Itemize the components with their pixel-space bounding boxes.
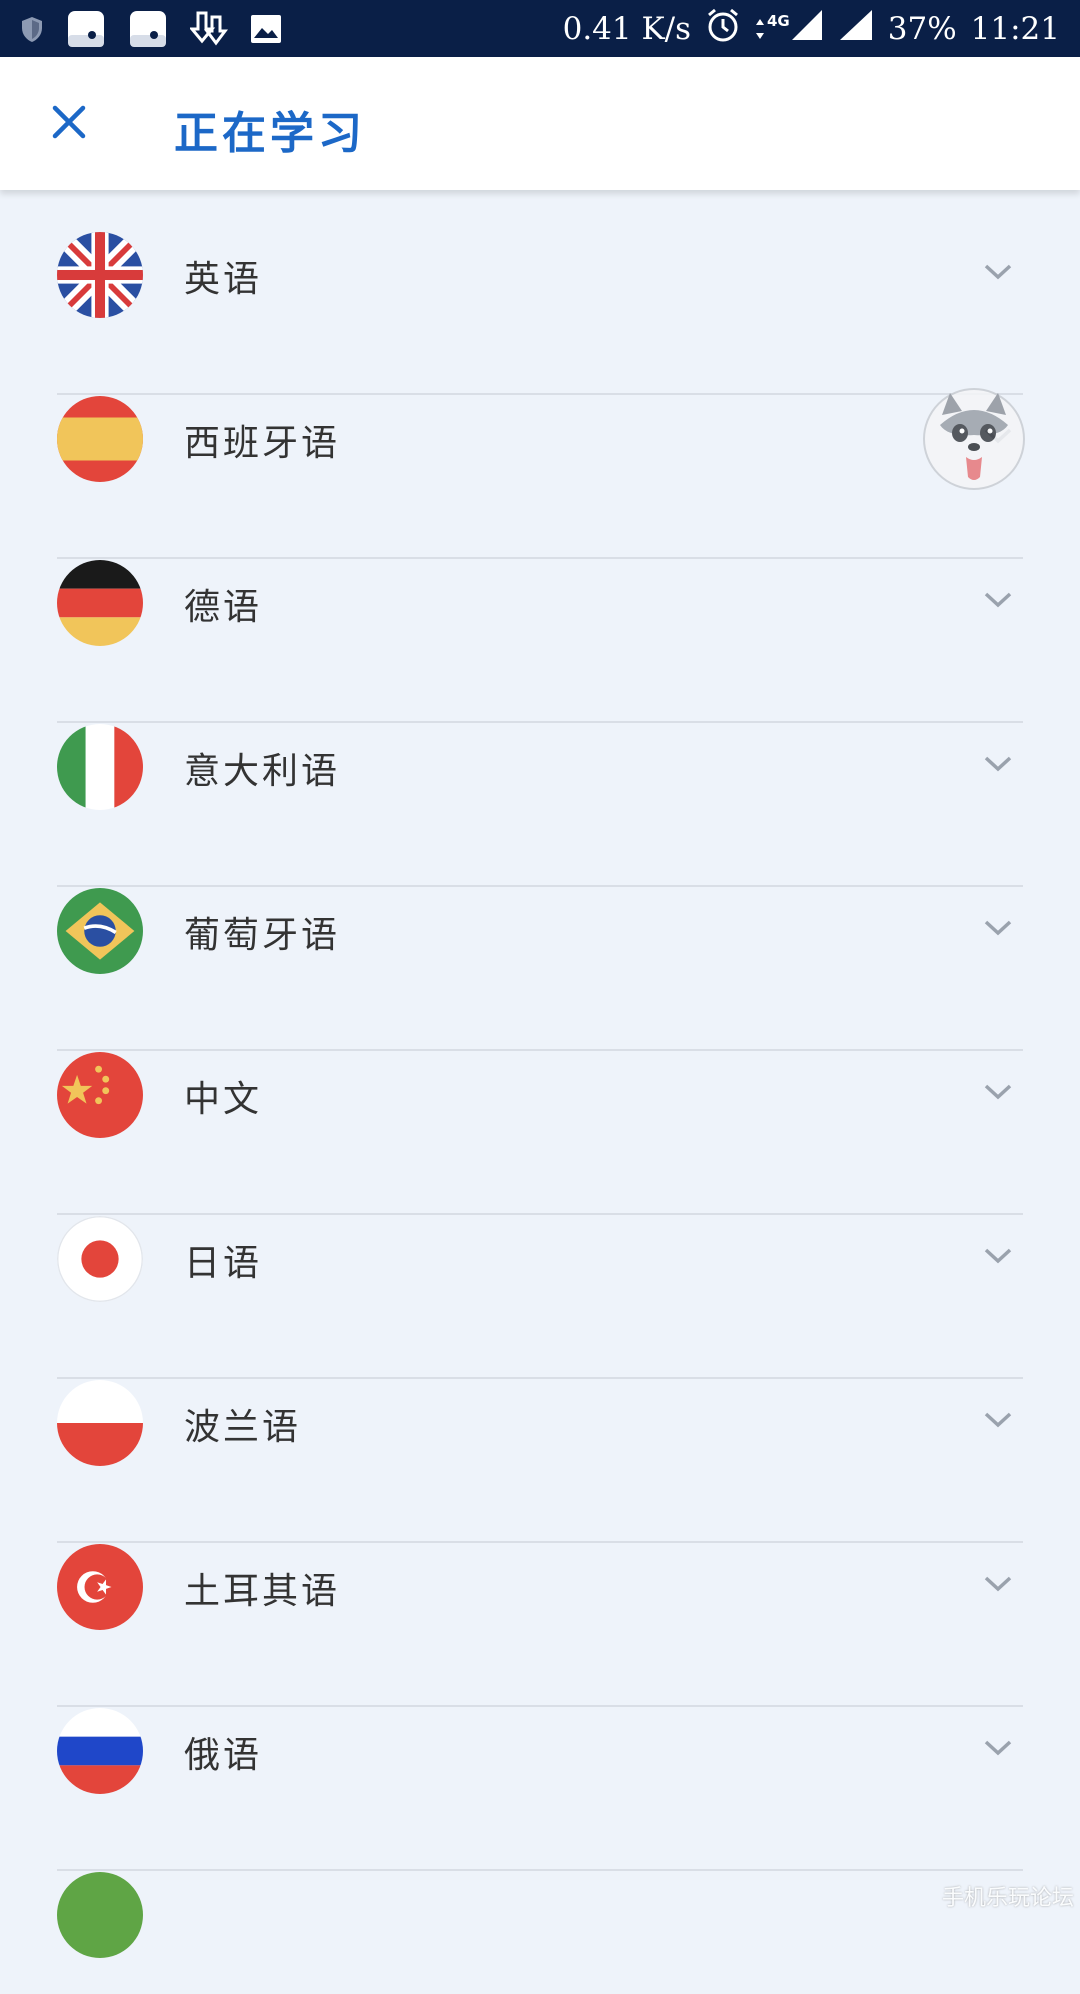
signal-icon (838, 8, 874, 50)
watermark: 手机乐玩论坛 (941, 1886, 1074, 1911)
japan-flag-icon (57, 1216, 143, 1302)
clock: 11:21 (970, 10, 1060, 47)
spain-flag-icon (57, 396, 143, 482)
language-item-chinese[interactable]: 中文 (0, 1010, 1080, 1215)
battery-level: 37% (887, 10, 957, 47)
signal-icon (790, 8, 824, 50)
poland-flag-icon (57, 1380, 143, 1466)
network-speed: 0.41 K/s (562, 10, 691, 47)
language-label: 意大利语 (184, 751, 341, 792)
language-item-japanese[interactable]: 日语 (0, 1174, 1080, 1379)
germany-flag-icon (57, 560, 143, 646)
chevron-down-icon (984, 264, 1012, 280)
language-label: 波兰语 (184, 1407, 302, 1448)
chevron-down-icon (984, 1248, 1012, 1264)
status-bar: 0.41 K/s 4G 37% 11:21 (0, 0, 1080, 57)
turkey-flag-icon (57, 1544, 143, 1630)
notification-app-icon (128, 9, 168, 49)
russia-flag-icon (57, 1708, 143, 1794)
language-item-portuguese[interactable]: 葡萄牙语 (0, 846, 1080, 1051)
language-label: 中文 (184, 1079, 263, 1120)
alarm-icon (705, 7, 741, 51)
notification-app-icon (66, 9, 106, 49)
page-title: 正在学习 (174, 108, 366, 159)
language-item-polish[interactable]: 波兰语 (0, 1338, 1080, 1543)
chevron-down-icon (984, 756, 1012, 772)
language-label: 土耳其语 (184, 1571, 341, 1612)
chevron-down-icon (984, 1412, 1012, 1428)
chevron-down-icon (984, 1576, 1012, 1592)
download-icon (190, 11, 228, 47)
chevron-down-icon (984, 920, 1012, 936)
united-kingdom-flag-icon (57, 232, 143, 318)
close-button[interactable] (44, 97, 94, 147)
close-icon (52, 105, 86, 139)
brazil-flag-icon (57, 888, 143, 974)
language-item-russian[interactable]: 俄语 (0, 1666, 1080, 1871)
language-item-english[interactable]: 英语 (0, 190, 1080, 395)
language-label: 日语 (184, 1243, 263, 1284)
language-item-turkish[interactable]: 土耳其语 (0, 1502, 1080, 1707)
language-item-spanish[interactable]: 西班牙语 (0, 354, 1080, 559)
data-arrows-icon: 4G (755, 12, 790, 41)
shield-icon (20, 15, 44, 43)
app-bar: 正在学习 (0, 57, 1080, 190)
chevron-down-icon (984, 1740, 1012, 1756)
language-list: 英语 西班牙语 德语 意大利语 葡萄牙语 中文 日语 波兰语 土耳其语 俄语 (0, 190, 1080, 1994)
language-label: 俄语 (184, 1735, 263, 1776)
italy-flag-icon (57, 724, 143, 810)
green-flag-icon (57, 1872, 143, 1958)
language-item-german[interactable]: 德语 (0, 518, 1080, 723)
language-label: 葡萄牙语 (184, 915, 341, 956)
chevron-down-icon (984, 592, 1012, 608)
network-type: 4G (767, 11, 790, 30)
image-icon (250, 14, 282, 44)
husky-mascot-icon[interactable] (920, 385, 1028, 493)
language-item-partial[interactable] (0, 1830, 1080, 1994)
language-item-italian[interactable]: 意大利语 (0, 682, 1080, 887)
language-label: 西班牙语 (184, 423, 341, 464)
china-flag-icon (57, 1052, 143, 1138)
language-label: 德语 (184, 587, 263, 628)
chevron-down-icon (984, 1084, 1012, 1100)
language-label: 英语 (184, 259, 263, 300)
